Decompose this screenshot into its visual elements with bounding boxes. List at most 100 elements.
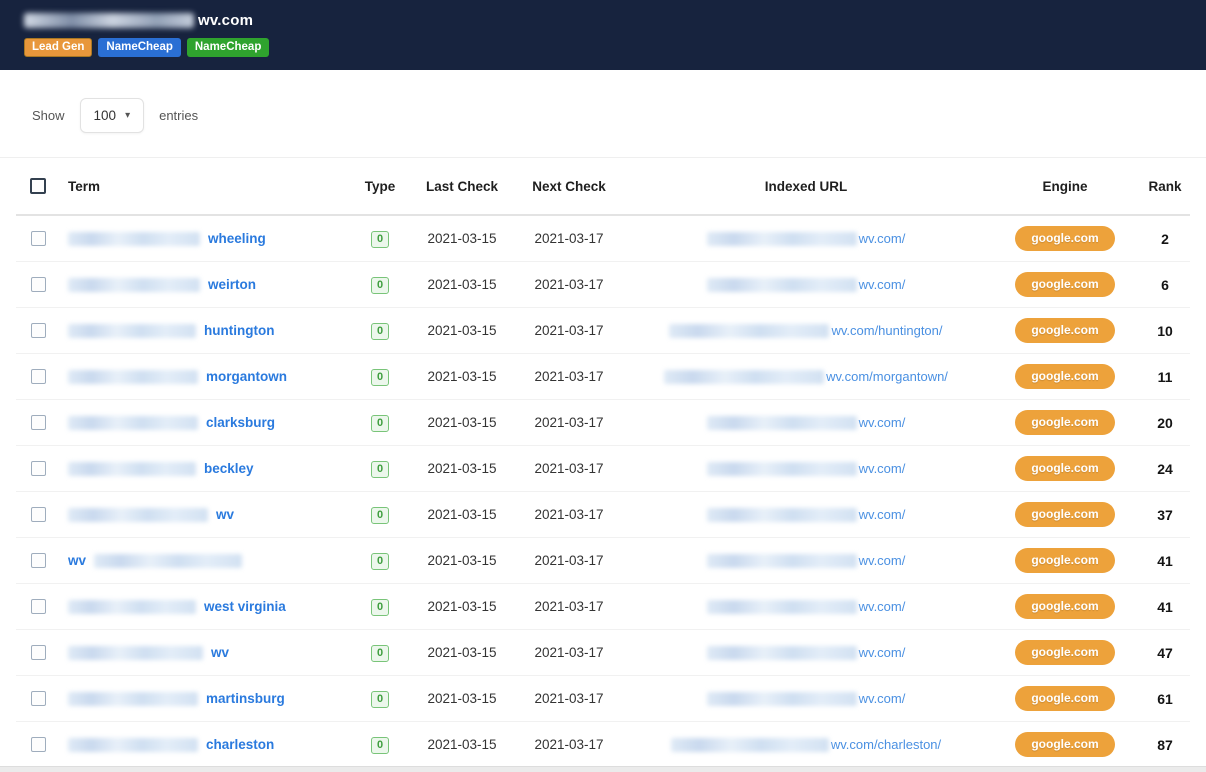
row-checkbox[interactable] xyxy=(30,737,46,752)
indexed-url-text[interactable]: wv.com/charleston/ xyxy=(831,737,941,752)
type-badge: 0 xyxy=(370,553,390,570)
indexed-url-text[interactable]: wv.com/ xyxy=(859,645,906,660)
indexed-url-text[interactable]: wv.com/huntington/ xyxy=(831,323,942,338)
indexed-url-cell: wv.com/charleston/ xyxy=(622,737,990,752)
term-link[interactable]: wv xyxy=(211,645,229,660)
table-row: clarksburg 0 2021-03-15 2021-03-17 wv.co… xyxy=(16,400,1190,446)
engine-pill: google.com xyxy=(1015,686,1115,711)
row-checkbox[interactable] xyxy=(30,369,46,384)
term-cell: charleston xyxy=(60,737,352,752)
app-header: wv.com Lead Gen NameCheap NameCheap xyxy=(0,0,1206,70)
indexed-url-text[interactable]: wv.com/ xyxy=(859,277,906,292)
col-header-type[interactable]: Type xyxy=(352,179,408,194)
col-header-next-check[interactable]: Next Check xyxy=(516,179,622,194)
row-checkbox[interactable] xyxy=(30,323,46,338)
term-link[interactable]: clarksburg xyxy=(206,415,275,430)
term-redacted-blur xyxy=(68,277,200,292)
indexed-url-cell: wv.com/ xyxy=(622,599,990,614)
indexed-url-cell: wv.com/morgantown/ xyxy=(622,369,990,384)
rank-value: 41 xyxy=(1157,552,1173,569)
indexed-url-text[interactable]: wv.com/ xyxy=(859,599,906,614)
type-badge: 0 xyxy=(370,323,390,340)
table-row: charleston 0 2021-03-15 2021-03-17 wv.co… xyxy=(16,722,1190,768)
row-checkbox[interactable] xyxy=(30,599,46,614)
indexed-url-text[interactable]: wv.com/ xyxy=(859,415,906,430)
term-link[interactable]: charleston xyxy=(206,737,274,752)
indexed-url-text[interactable]: wv.com/morgantown/ xyxy=(826,369,948,384)
term-link[interactable]: weirton xyxy=(208,277,256,292)
row-checkbox[interactable] xyxy=(30,415,46,430)
term-cell: clarksburg xyxy=(60,415,352,430)
engine-pill: google.com xyxy=(1015,410,1115,435)
term-link[interactable]: morgantown xyxy=(206,369,287,384)
row-checkbox[interactable] xyxy=(30,507,46,522)
row-checkbox[interactable] xyxy=(30,277,46,292)
row-checkbox[interactable] xyxy=(30,461,46,476)
domain-title-text: wv.com xyxy=(198,12,254,29)
engine-pill: google.com xyxy=(1015,594,1115,619)
last-check: 2021-03-15 xyxy=(427,369,497,384)
term-link[interactable]: wv xyxy=(68,553,86,568)
col-header-last-check[interactable]: Last Check xyxy=(408,179,516,194)
last-check: 2021-03-15 xyxy=(427,231,497,246)
term-redacted-blur xyxy=(68,507,208,522)
term-cell: morgantown xyxy=(60,369,352,384)
next-check: 2021-03-17 xyxy=(534,553,604,568)
type-badge: 0 xyxy=(370,461,390,478)
type-badge: 0 xyxy=(370,691,390,708)
term-link[interactable]: wheeling xyxy=(208,231,266,246)
rank-value: 24 xyxy=(1157,460,1173,477)
row-checkbox[interactable] xyxy=(30,231,46,246)
indexed-url-text[interactable]: wv.com/ xyxy=(859,231,906,246)
col-header-term[interactable]: Term xyxy=(60,179,352,194)
last-check: 2021-03-15 xyxy=(427,277,497,292)
table-controls: Show 100 ▾ entries xyxy=(0,70,1206,157)
type-badge: 0 xyxy=(370,645,390,662)
url-redacted-blur xyxy=(706,645,857,660)
engine-pill: google.com xyxy=(1015,226,1115,251)
col-header-rank[interactable]: Rank xyxy=(1140,179,1190,194)
term-redacted-blur xyxy=(68,599,196,614)
rank-value: 2 xyxy=(1161,230,1169,247)
term-cell: weirton xyxy=(60,277,352,292)
rank-value: 20 xyxy=(1157,414,1173,431)
show-label: Show xyxy=(32,108,65,123)
rank-value: 37 xyxy=(1157,506,1173,523)
col-header-indexed-url[interactable]: Indexed URL xyxy=(622,179,990,194)
table-row: wv 0 2021-03-15 2021-03-17 wv.com/ googl… xyxy=(16,492,1190,538)
term-link[interactable]: wv xyxy=(216,507,234,522)
table-row: weirton 0 2021-03-15 2021-03-17 wv.com/ … xyxy=(16,262,1190,308)
table-header-row: Term Type Last Check Next Check Indexed … xyxy=(16,158,1190,216)
next-check: 2021-03-17 xyxy=(534,645,604,660)
term-link[interactable]: beckley xyxy=(204,461,254,476)
engine-pill: google.com xyxy=(1015,548,1115,573)
chevron-down-icon: ▾ xyxy=(125,109,131,121)
indexed-url-text[interactable]: wv.com/ xyxy=(859,553,906,568)
indexed-url-cell: wv.com/ xyxy=(622,507,990,522)
table-row: wv 0 2021-03-15 2021-03-17 wv.com/ googl… xyxy=(16,538,1190,584)
term-redacted-blur xyxy=(68,461,196,476)
last-check: 2021-03-15 xyxy=(427,415,497,430)
term-link[interactable]: huntington xyxy=(204,323,274,338)
badge-namecheap-blue: NameCheap xyxy=(98,38,181,57)
indexed-url-text[interactable]: wv.com/ xyxy=(859,507,906,522)
table-row: beckley 0 2021-03-15 2021-03-17 wv.com/ … xyxy=(16,446,1190,492)
entries-select[interactable]: 100 ▾ xyxy=(79,98,145,133)
term-link[interactable]: martinsburg xyxy=(206,691,285,706)
next-check: 2021-03-17 xyxy=(534,415,604,430)
rank-value: 47 xyxy=(1157,644,1173,661)
indexed-url-text[interactable]: wv.com/ xyxy=(859,461,906,476)
indexed-url-text[interactable]: wv.com/ xyxy=(859,691,906,706)
engine-pill: google.com xyxy=(1015,364,1115,389)
col-header-engine[interactable]: Engine xyxy=(990,179,1140,194)
badge-namecheap-green: NameCheap xyxy=(186,38,270,57)
select-all-checkbox[interactable] xyxy=(30,178,46,194)
row-checkbox[interactable] xyxy=(30,553,46,568)
next-check: 2021-03-17 xyxy=(534,691,604,706)
domain-title: wv.com xyxy=(24,12,1182,29)
row-checkbox[interactable] xyxy=(30,691,46,706)
term-link[interactable]: west virginia xyxy=(204,599,286,614)
rank-value: 11 xyxy=(1157,368,1173,385)
rank-value: 10 xyxy=(1157,322,1173,339)
row-checkbox[interactable] xyxy=(30,645,46,660)
